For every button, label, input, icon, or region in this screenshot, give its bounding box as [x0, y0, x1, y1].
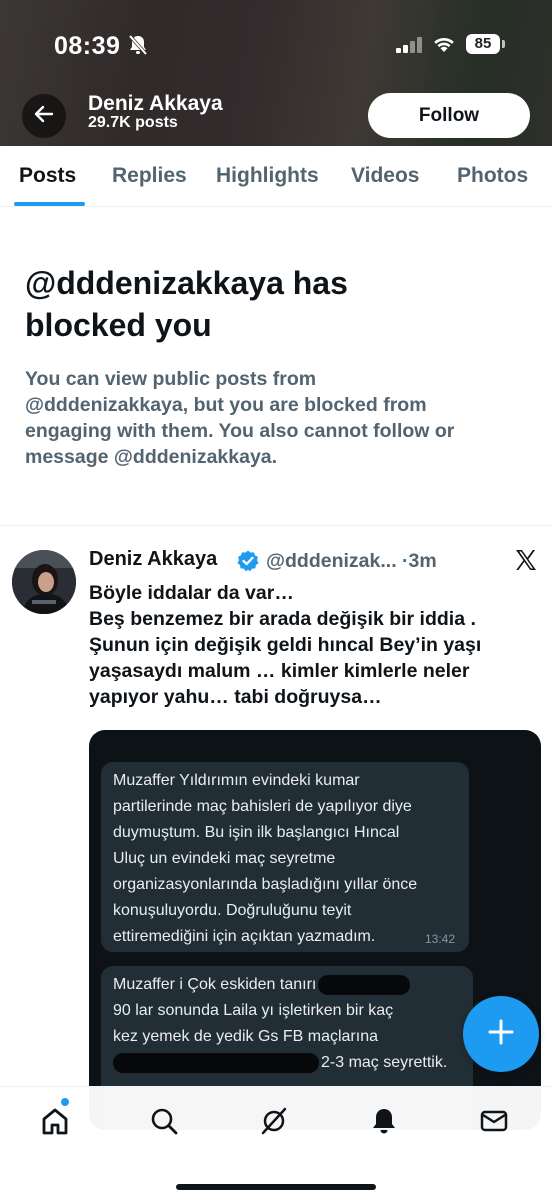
post-text-line: yaşasaydı malum … kimler kimlerle neler: [89, 660, 470, 682]
nav-grok[interactable]: [254, 1103, 294, 1143]
chat-message-line: kez yemek de yedik Gs FB maçlarına: [113, 1028, 378, 1045]
blocked-title-line: blocked you: [25, 307, 212, 343]
chat-message-line: 90 lar sonunda Laila yı işletirken bir k…: [113, 1002, 394, 1019]
home-notification-dot: [61, 1098, 69, 1106]
profile-tabs: Posts Replies Highlights Videos Photos: [0, 146, 552, 207]
back-button[interactable]: [22, 94, 66, 138]
status-time: 08:39: [54, 32, 121, 60]
header-post-count: 29.7K posts: [88, 114, 178, 131]
status-bar: 08:39 85: [0, 0, 552, 90]
tab-replies[interactable]: Replies: [112, 164, 187, 188]
tab-posts[interactable]: Posts: [19, 164, 76, 188]
chat-message-text: 2-3 maç seyrettik.: [321, 1054, 448, 1071]
compose-plus-icon: [488, 1019, 514, 1050]
blocked-message-line: message @dddenizakkaya.: [25, 446, 278, 468]
back-arrow-icon: [34, 105, 54, 128]
battery-tip: [502, 40, 505, 48]
post-text-line: Böyle iddalar da var…: [89, 582, 294, 604]
home-icon: [40, 1106, 70, 1141]
chat-message-line: partilerinde maç bahisleri de yapılıyor …: [113, 798, 412, 815]
post-text-line: Şunun için değişik geldi hıncal Bey’in y…: [89, 634, 482, 656]
blocked-message: You can view public posts from @dddeniza…: [25, 366, 525, 470]
home-indicator: [176, 1184, 376, 1190]
grok-icon: [259, 1106, 289, 1141]
verified-badge-icon: [236, 549, 260, 578]
chat-message-line: Uluç un evindeki maç seyretme: [113, 850, 336, 867]
redaction-mark: [113, 1052, 319, 1073]
chat-message-text: Muzaffer i Çok eskiden tanırı: [113, 976, 317, 993]
battery-indicator: 85: [466, 34, 500, 54]
blocked-title: @dddenizakkaya has blocked you: [25, 262, 525, 346]
header-profile-name: Deniz Akkaya: [88, 92, 223, 115]
wifi-icon: [432, 35, 456, 58]
redaction-mark: [318, 974, 411, 995]
chat-message-line: organizasyonlarında başladığını yıllar ö…: [113, 876, 418, 893]
blocked-message-line: engaging with them. You also cannot foll…: [25, 420, 455, 442]
active-tab-indicator: [14, 202, 85, 206]
follow-button[interactable]: Follow: [368, 93, 530, 138]
post-media-image[interactable]: Muzaffer Yıldırımın evindeki kumar parti…: [89, 730, 541, 1130]
x-logo-icon: [514, 548, 538, 577]
chat-message-line: Muzaffer i Çok eskiden tanırı: [113, 972, 461, 998]
search-icon: [149, 1106, 179, 1141]
chat-message-line: konuşuluyordu. Doğruluğunu teyit: [113, 902, 352, 919]
compose-button[interactable]: [463, 996, 539, 1072]
post-author-name[interactable]: Deniz Akkaya: [89, 548, 217, 571]
chat-message-line: 2-3 maç seyrettik.: [113, 1050, 461, 1076]
messages-envelope-icon: [479, 1106, 509, 1141]
nav-messages[interactable]: [474, 1103, 514, 1143]
chat-message-line: ettiremediğini için açıktan yazmadım.: [113, 928, 376, 945]
tab-videos[interactable]: Videos: [351, 164, 419, 188]
blocked-message-line: You can view public posts from: [25, 368, 317, 390]
chat-message-bubble: Muzaffer Yıldırımın evindeki kumar parti…: [101, 762, 469, 952]
nav-notifications[interactable]: [364, 1103, 404, 1143]
notifications-bell-icon: [369, 1106, 399, 1141]
chat-message-time: 13:42: [424, 932, 455, 946]
blocked-title-line: @dddenizakkaya has: [25, 265, 348, 301]
post-text: Böyle iddalar da var… Beş benzemez bir a…: [89, 580, 544, 710]
nav-home[interactable]: [35, 1103, 75, 1143]
chat-message-line: duymuştum. Bu işin ilk başlangıcı Hıncal: [113, 824, 400, 841]
signal-icon: [396, 37, 424, 58]
avatar[interactable]: [12, 550, 76, 614]
blocked-message-line: @dddenizakkaya, but you are blocked from: [25, 394, 427, 416]
post-text-line: Beş benzemez bir arada değişik bir iddia…: [89, 608, 476, 630]
post-handle-time[interactable]: @dddenizak... ·3m: [266, 550, 437, 573]
tab-highlights[interactable]: Highlights: [216, 164, 319, 188]
chat-message-line: Muzaffer Yıldırımın evindeki kumar: [113, 772, 360, 789]
post-text-line: yapıyor yahu… tabi doğruysa…: [89, 686, 382, 708]
bell-slash-icon: [128, 34, 148, 61]
nav-search[interactable]: [144, 1103, 184, 1143]
divider: [0, 525, 552, 526]
tab-photos[interactable]: Photos: [457, 164, 528, 188]
